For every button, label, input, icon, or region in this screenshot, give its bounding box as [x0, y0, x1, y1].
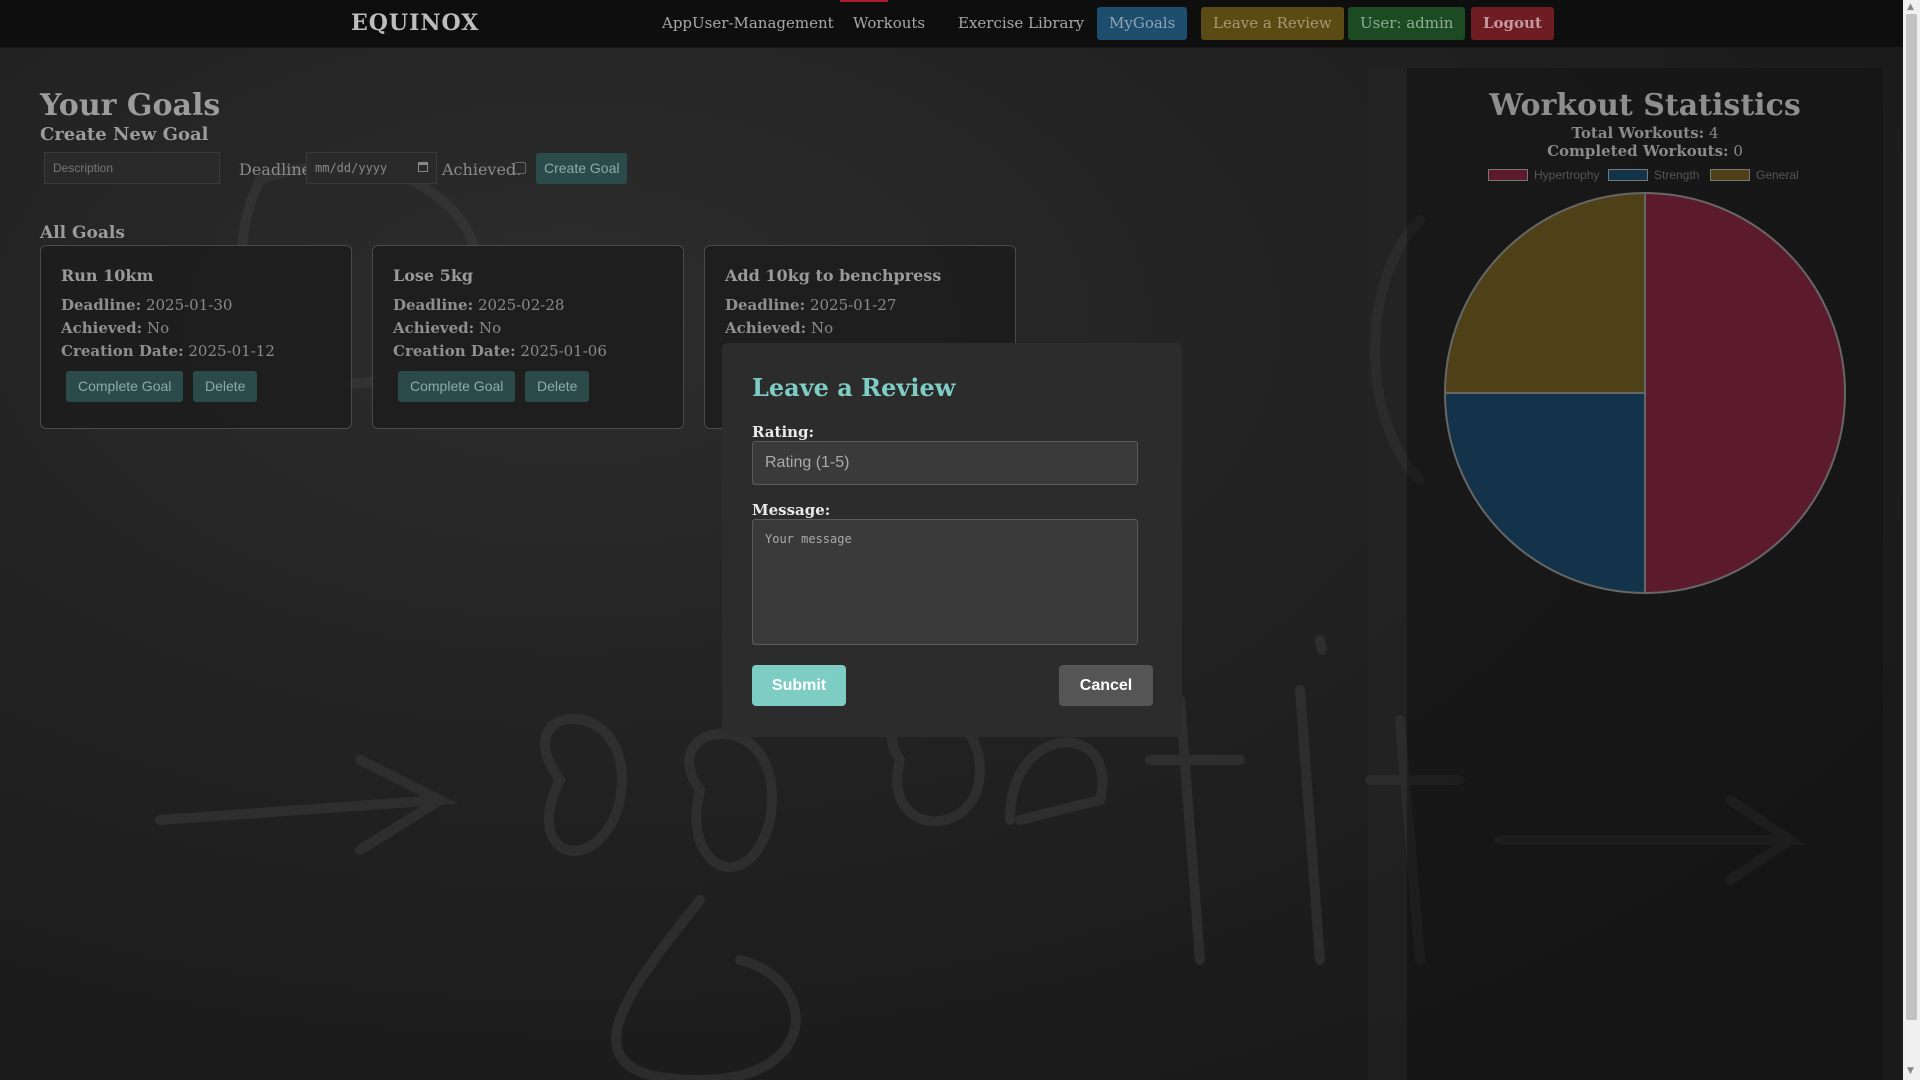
deadline-date-input[interactable]: mm/dd/yyyy: [306, 152, 437, 184]
goal-creation-date: Creation Date: 2025-01-06: [393, 342, 607, 360]
page-title: Your Goals: [40, 88, 221, 123]
scroll-up-icon[interactable]: ▲: [1907, 2, 1914, 12]
goal-deadline: Deadline: 2025-01-27: [725, 296, 897, 314]
panel-divider: [1368, 68, 1407, 1080]
goal-deadline: Deadline: 2025-02-28: [393, 296, 565, 314]
goal-card: Run 10km Deadline: 2025-01-30 Achieved: …: [40, 245, 352, 429]
leave-review-button[interactable]: Leave a Review: [1201, 7, 1344, 40]
message-textarea[interactable]: Your message: [752, 519, 1138, 645]
nav-link-workouts[interactable]: Workouts: [853, 14, 925, 32]
completed-workouts: Completed Workouts: 0: [1547, 142, 1743, 160]
calendar-icon[interactable]: [418, 162, 428, 172]
create-goal-button[interactable]: Create Goal: [536, 153, 628, 184]
stats-title: Workout Statistics: [1489, 88, 1801, 123]
scroll-down-icon[interactable]: ▼: [1907, 1066, 1914, 1076]
delete-goal-button[interactable]: Delete: [193, 371, 258, 402]
legend-label: General: [1756, 168, 1799, 182]
complete-goal-button[interactable]: Complete Goal: [66, 371, 184, 402]
workout-pie-chart: [1443, 191, 1846, 595]
legend-item[interactable]: General: [1710, 168, 1799, 182]
pie-slice-general[interactable]: [1443, 191, 1646, 394]
goal-creation-date: Creation Date: 2025-01-12: [61, 342, 275, 360]
rating-label: Rating:: [752, 423, 815, 441]
submit-review-button[interactable]: Submit: [752, 665, 846, 706]
message-label: Message:: [752, 501, 831, 519]
page-scrollbar[interactable]: ▲ ▼: [1903, 0, 1920, 1080]
goal-description-input[interactable]: Description: [44, 152, 220, 184]
mygoals-button[interactable]: MyGoals: [1097, 7, 1188, 40]
nav-link-exercise-library[interactable]: Exercise Library: [958, 14, 1084, 32]
goal-title: Add 10kg to benchpress: [725, 266, 942, 285]
modal-title: Leave a Review: [752, 373, 956, 402]
achieved-checkbox[interactable]: [514, 162, 526, 174]
active-nav-indicator: [840, 0, 888, 2]
goal-title: Run 10km: [61, 266, 154, 285]
legend-swatch: [1608, 169, 1648, 181]
goal-card: Lose 5kg Deadline: 2025-02-28 Achieved: …: [372, 245, 684, 429]
legend-label: Hypertrophy: [1534, 168, 1600, 182]
delete-goal-button[interactable]: Delete: [525, 371, 590, 402]
legend-item[interactable]: Hypertrophy: [1488, 168, 1599, 182]
goal-achieved: Achieved: No: [725, 319, 834, 337]
logout-button[interactable]: Logout: [1471, 7, 1554, 40]
goal-deadline: Deadline: 2025-01-30: [61, 296, 233, 314]
legend-item[interactable]: Strength: [1608, 168, 1699, 182]
all-goals-heading: All Goals: [40, 223, 125, 243]
goal-achieved: Achieved: No: [61, 319, 170, 337]
nav-link-user-management[interactable]: AppUser-Management: [662, 14, 834, 32]
deadline-label: Deadline:: [239, 160, 317, 179]
review-modal: Leave a Review Rating: Rating (1-5) Mess…: [722, 343, 1182, 737]
cancel-review-button[interactable]: Cancel: [1059, 665, 1153, 706]
goal-title: Lose 5kg: [393, 266, 474, 285]
legend-swatch: [1488, 169, 1528, 181]
legend-swatch: [1710, 169, 1750, 181]
achieved-label: Achieved:: [442, 160, 522, 179]
brand-logo[interactable]: EQUINOX: [351, 10, 479, 36]
legend-label: Strength: [1654, 168, 1700, 182]
pie-slice-hypertrophy[interactable]: [1644, 191, 1846, 595]
date-placeholder: mm/dd/yyyy: [315, 161, 388, 175]
complete-goal-button[interactable]: Complete Goal: [398, 371, 516, 402]
user-badge-button[interactable]: User: admin: [1348, 7, 1466, 40]
scroll-thumb[interactable]: [1906, 14, 1917, 1020]
total-workouts: Total Workouts: 4: [1571, 124, 1719, 142]
create-goal-heading: Create New Goal: [40, 124, 209, 145]
pie-slice-strength[interactable]: [1443, 392, 1646, 595]
top-navbar: EQUINOX AppUser-Management Workouts Exer…: [0, 0, 1903, 48]
goal-achieved: Achieved: No: [393, 319, 502, 337]
rating-input[interactable]: Rating (1-5): [752, 441, 1138, 485]
